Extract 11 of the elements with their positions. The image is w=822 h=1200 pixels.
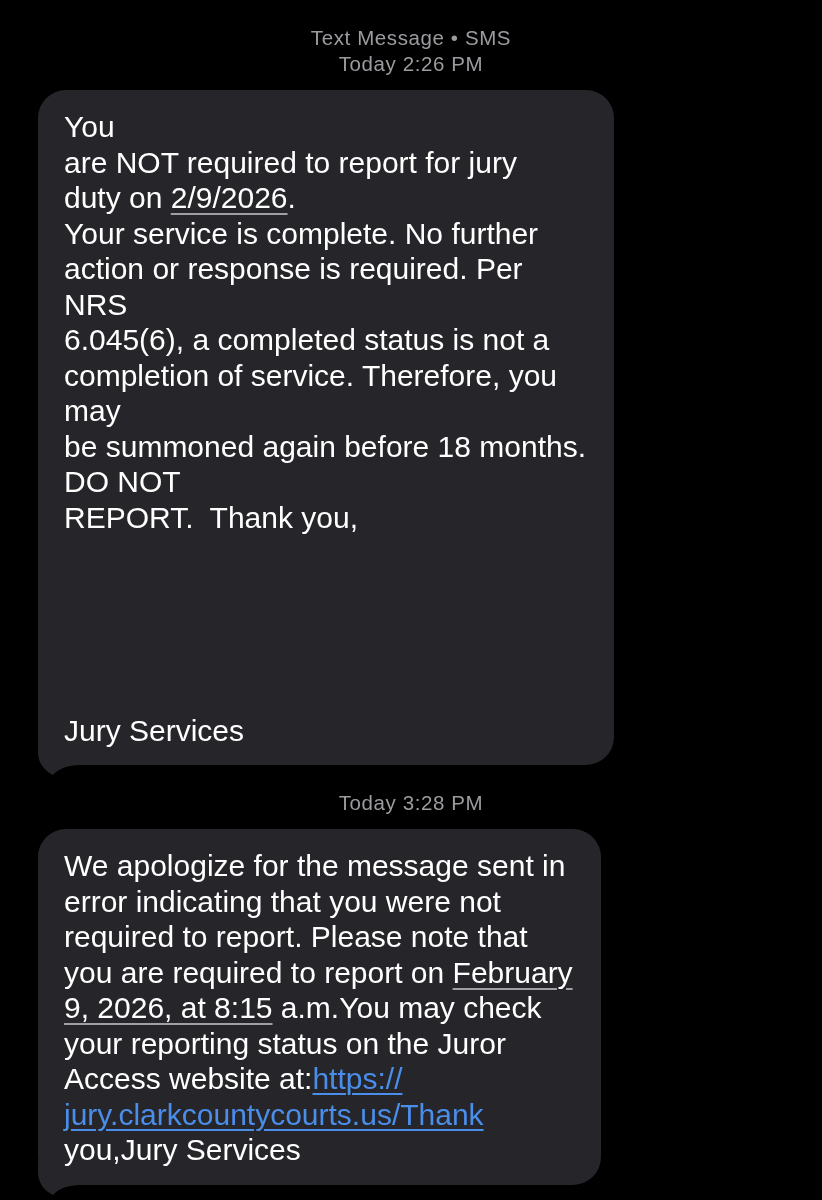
url-link[interactable]: jury.clarkcountycourts.us/Thank: [64, 1097, 484, 1131]
timestamp-label: Today 2:26 PM: [338, 51, 484, 77]
url-link[interactable]: https://: [312, 1062, 403, 1095]
message-text: Jury Services: [64, 712, 246, 748]
message-text: You are NOT required to report for jury duty on 2/9/2026. Your service is complete. No further action or response is required. Per NRS 6.045(6), a completed status is not a completion of service. Therefore, you may be summoned again before 18 months. DO NOT REPORT. Thank you,: [64, 109, 586, 535]
date-link[interactable]: 2/9/2026: [170, 181, 288, 214]
date-link[interactable]: February: [452, 955, 573, 989]
service-label: Text Message • SMS: [310, 25, 512, 51]
timestamp-label: Today 3:28 PM: [338, 790, 484, 816]
date-link[interactable]: 9, 2026, at 8:15: [64, 991, 273, 1024]
message-text: We apologize for the message sent in error indicating that you were not required to report. Please note that you are required to report on February 9, 2026, at 8:15 a.m.You may check your reporting status on the Juror Access website at:https:// jury.clarkcountycourts.us/Thank you,Jury Services: [64, 848, 573, 1168]
